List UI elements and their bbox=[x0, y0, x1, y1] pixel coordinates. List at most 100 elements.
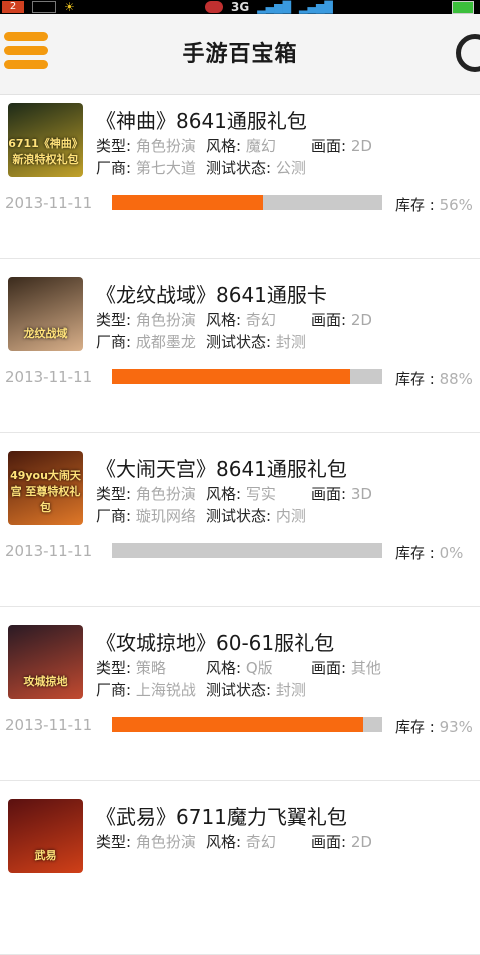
stock-progress-fill bbox=[112, 717, 364, 732]
graphics-value: 2D bbox=[350, 833, 372, 851]
release-date: 2013-11-11 bbox=[5, 542, 93, 560]
stock-progress-bar bbox=[112, 195, 382, 210]
stock-value: 56% bbox=[439, 196, 473, 214]
style-label: 风格: bbox=[206, 833, 242, 851]
stock-value: 88% bbox=[439, 370, 473, 388]
app-header: 手游百宝箱 bbox=[0, 14, 480, 95]
thumbnail-caption: 6711《神曲》新浪特权礼包 bbox=[8, 137, 83, 166]
vendor-value: 璇玑网络 bbox=[135, 507, 196, 525]
meta-row-2: 厂商: 璇玑网络 测试状态: 内测 bbox=[96, 505, 306, 526]
game-thumbnail: 6711《神曲》新浪特权礼包 bbox=[8, 103, 83, 177]
graphics-label: 画面: bbox=[311, 137, 347, 155]
graphics-label: 画面: bbox=[311, 833, 347, 851]
thumbnail-caption: 武易 bbox=[34, 849, 57, 862]
release-date: 2013-11-11 bbox=[5, 194, 93, 212]
vendor-label: 厂商: bbox=[96, 507, 132, 525]
vendor-value: 第七大道 bbox=[135, 159, 196, 177]
list-separator bbox=[0, 607, 480, 617]
style-value: 奇幻 bbox=[245, 833, 276, 851]
screenshot-icon bbox=[32, 1, 56, 13]
graphics-value: 其他 bbox=[350, 659, 381, 677]
gift-title[interactable]: 《龙纹战域》8641通服卡 bbox=[96, 279, 327, 308]
list-item[interactable]: 武易 《武易》6711魔力飞翼礼包 类型: 角色扮演 风格: 奇幻 画面: 2D bbox=[0, 791, 480, 955]
list-separator bbox=[0, 433, 480, 443]
list-separator bbox=[0, 781, 480, 791]
list-item[interactable]: 49you大闹天宫 至尊特权礼包 《大闹天宫》8641通服礼包 类型: 角色扮演… bbox=[0, 443, 480, 607]
gift-title[interactable]: 《大闹天宫》8641通服礼包 bbox=[96, 453, 347, 482]
network-type: 3G bbox=[231, 0, 250, 14]
style-value: 写实 bbox=[245, 485, 276, 503]
style-label: 风格: bbox=[206, 311, 242, 329]
vendor-label: 厂商: bbox=[96, 333, 132, 351]
style-value: 魔幻 bbox=[245, 137, 276, 155]
gift-title[interactable]: 《武易》6711魔力飞翼礼包 bbox=[96, 801, 347, 830]
game-thumbnail: 49you大闹天宫 至尊特权礼包 bbox=[8, 451, 83, 525]
type-label: 类型: bbox=[96, 659, 132, 677]
vendor-value: 上海锐战 bbox=[135, 681, 196, 699]
graphics-label: 画面: bbox=[311, 311, 347, 329]
style-value: 奇幻 bbox=[245, 311, 276, 329]
stock-info: 库存 : 88% bbox=[395, 368, 473, 389]
test-status-value: 内测 bbox=[275, 507, 306, 525]
style-label: 风格: bbox=[206, 659, 242, 677]
game-thumbnail: 武易 bbox=[8, 799, 83, 873]
game-thumbnail: 龙纹战域 bbox=[8, 277, 83, 351]
type-value: 角色扮演 bbox=[135, 137, 196, 155]
stock-info: 库存 : 0% bbox=[395, 542, 463, 563]
signal-icon: ▂▄▆█ bbox=[257, 0, 292, 14]
meta-row-1: 类型: 角色扮演 风格: 奇幻 画面: 2D bbox=[96, 831, 372, 852]
test-status-label: 测试状态: bbox=[206, 333, 272, 351]
type-label: 类型: bbox=[96, 311, 132, 329]
stock-label: 库存 : bbox=[395, 370, 440, 388]
vendor-label: 厂商: bbox=[96, 681, 132, 699]
test-status-label: 测试状态: bbox=[206, 507, 272, 525]
meta-row-1: 类型: 角色扮演 风格: 写实 画面: 3D bbox=[96, 483, 372, 504]
vendor-value: 成都墨龙 bbox=[135, 333, 196, 351]
type-label: 类型: bbox=[96, 137, 132, 155]
list-item[interactable]: 6711《神曲》新浪特权礼包 《神曲》8641通服礼包 类型: 角色扮演 风格:… bbox=[0, 95, 480, 259]
test-status-value: 封测 bbox=[275, 333, 306, 351]
stock-info: 库存 : 56% bbox=[395, 194, 473, 215]
test-status-value: 公测 bbox=[275, 159, 306, 177]
meta-row-2: 厂商: 第七大道 测试状态: 公测 bbox=[96, 157, 306, 178]
type-value: 角色扮演 bbox=[135, 485, 196, 503]
meta-row-1: 类型: 角色扮演 风格: 魔幻 画面: 2D bbox=[96, 135, 372, 156]
test-status-label: 测试状态: bbox=[206, 159, 272, 177]
stock-label: 库存 : bbox=[395, 544, 440, 562]
stock-label: 库存 : bbox=[395, 196, 440, 214]
graphics-label: 画面: bbox=[311, 659, 347, 677]
meta-row-1: 类型: 策略 风格: Q版 画面: 其他 bbox=[96, 657, 381, 678]
graphics-value: 3D bbox=[350, 485, 372, 503]
style-label: 风格: bbox=[206, 137, 242, 155]
graphics-label: 画面: bbox=[311, 485, 347, 503]
meta-row-2: 厂商: 成都墨龙 测试状态: 封测 bbox=[96, 331, 306, 352]
page-title: 手游百宝箱 bbox=[182, 42, 298, 67]
stock-progress-bar bbox=[112, 369, 382, 384]
list-separator bbox=[0, 259, 480, 269]
gift-title[interactable]: 《神曲》8641通服礼包 bbox=[96, 105, 307, 134]
gift-title[interactable]: 《攻城掠地》60-61服礼包 bbox=[96, 627, 334, 656]
list-item[interactable]: 龙纹战域 《龙纹战域》8641通服卡 类型: 角色扮演 风格: 奇幻 画面: 2… bbox=[0, 269, 480, 433]
graphics-value: 2D bbox=[350, 311, 372, 329]
thumbnail-caption: 攻城掠地 bbox=[23, 675, 68, 688]
type-label: 类型: bbox=[96, 833, 132, 851]
vendor-label: 厂商: bbox=[96, 159, 132, 177]
type-label: 类型: bbox=[96, 485, 132, 503]
game-thumbnail: 攻城掠地 bbox=[8, 625, 83, 699]
type-value: 角色扮演 bbox=[135, 833, 196, 851]
meta-row-1: 类型: 角色扮演 风格: 奇幻 画面: 2D bbox=[96, 309, 372, 330]
notification-badge: 2 bbox=[2, 1, 24, 13]
release-date: 2013-11-11 bbox=[5, 716, 93, 734]
test-status-value: 封测 bbox=[275, 681, 306, 699]
stock-progress-bar bbox=[112, 543, 382, 558]
thumbnail-caption: 龙纹战域 bbox=[23, 327, 68, 340]
stock-label: 库存 : bbox=[395, 718, 440, 736]
stock-progress-fill bbox=[112, 369, 350, 384]
list-item[interactable]: 攻城掠地 《攻城掠地》60-61服礼包 类型: 策略 风格: Q版 画面: 其他… bbox=[0, 617, 480, 781]
alarm-icon bbox=[205, 1, 223, 13]
graphics-value: 2D bbox=[350, 137, 372, 155]
stock-progress-bar bbox=[112, 717, 382, 732]
gift-list: 6711《神曲》新浪特权礼包 《神曲》8641通服礼包 类型: 角色扮演 风格:… bbox=[0, 95, 480, 955]
style-value: Q版 bbox=[245, 659, 273, 677]
stock-info: 库存 : 93% bbox=[395, 716, 473, 737]
